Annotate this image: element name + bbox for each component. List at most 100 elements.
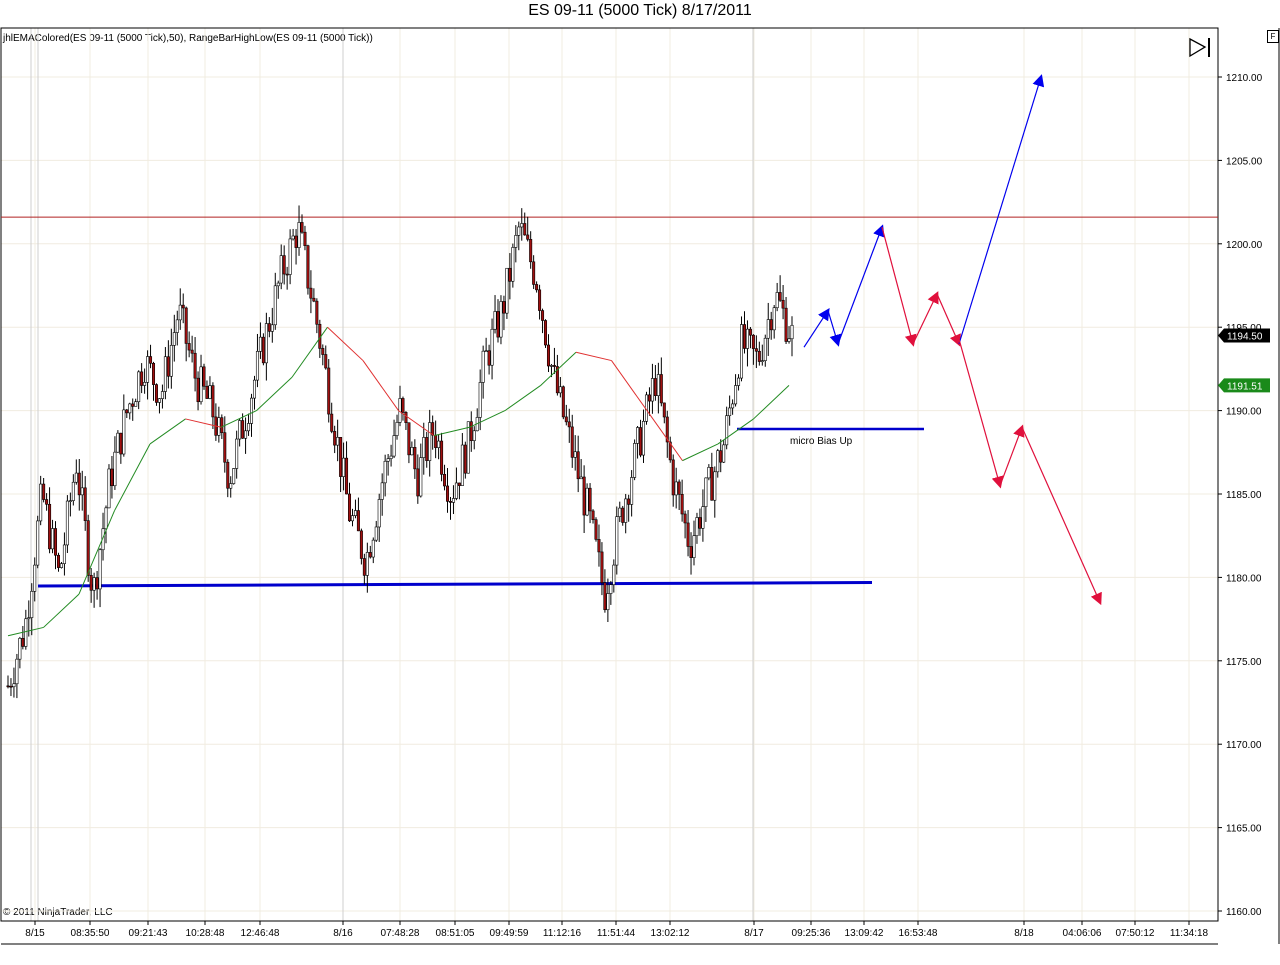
candle-body bbox=[440, 440, 444, 475]
x-tick-label: 07:48:28 bbox=[381, 928, 420, 939]
ema-segment bbox=[327, 326, 364, 361]
candle-body bbox=[359, 530, 363, 559]
candle-body bbox=[407, 422, 411, 456]
candle-body bbox=[54, 528, 58, 556]
candle-body bbox=[238, 420, 242, 440]
chart-canvas[interactable]: micro Bias Up 1210.001205.001200.001195.… bbox=[0, 0, 1280, 965]
candle-body bbox=[125, 409, 129, 414]
x-tick-label: 8/17 bbox=[744, 928, 764, 939]
x-tick-label: 8/15 bbox=[25, 928, 45, 939]
y-tick-label: 1180.00 bbox=[1226, 573, 1262, 584]
candle-body bbox=[342, 457, 346, 477]
last-price-badge: 1194.50 bbox=[1227, 332, 1263, 343]
candle-body bbox=[77, 472, 81, 496]
candle-body bbox=[484, 350, 488, 353]
candle-body bbox=[56, 554, 60, 568]
candle-body bbox=[472, 430, 476, 441]
candle-body bbox=[383, 460, 387, 484]
candle-body bbox=[190, 349, 194, 354]
candle-body bbox=[24, 618, 28, 647]
candle-body bbox=[258, 336, 262, 352]
candle-body bbox=[241, 420, 245, 439]
projection-arrows bbox=[803, 74, 1102, 606]
candle-body bbox=[131, 403, 135, 407]
ema-segment bbox=[469, 410, 506, 428]
play-triangle bbox=[1189, 37, 1207, 58]
y-tick-label: 1205.00 bbox=[1226, 156, 1263, 167]
candle-body bbox=[695, 517, 699, 537]
candle-body bbox=[291, 235, 295, 240]
candle-body bbox=[92, 577, 96, 591]
x-tick-label: 10:28:48 bbox=[186, 928, 225, 939]
time-axis[interactable]: 8/15 08:35:50 09:21:43 10:28:48 12:46:48 8/16… bbox=[25, 921, 1209, 939]
projection-arrow bbox=[1021, 427, 1102, 606]
candle-body bbox=[339, 437, 343, 477]
candle-body bbox=[748, 328, 752, 336]
candle-body bbox=[348, 493, 352, 522]
candle-body bbox=[624, 498, 628, 523]
y-tick-label: 1185.00 bbox=[1226, 490, 1262, 501]
candle-body bbox=[650, 378, 654, 402]
candle-body bbox=[285, 273, 289, 276]
candle-body bbox=[653, 378, 657, 396]
candle-body bbox=[573, 451, 577, 458]
candle-body bbox=[297, 222, 301, 248]
candle-body bbox=[760, 360, 764, 362]
candle-body bbox=[193, 352, 197, 379]
candle-body bbox=[309, 287, 313, 299]
candle-body bbox=[65, 500, 69, 546]
candle-body bbox=[546, 344, 550, 367]
x-tick-label: 09:21:43 bbox=[129, 928, 168, 939]
candle-body bbox=[466, 421, 470, 474]
candle-body bbox=[425, 437, 429, 461]
candle-body bbox=[591, 510, 595, 520]
candle-body bbox=[538, 289, 542, 311]
candle-body bbox=[199, 366, 203, 403]
play-to-end-icon[interactable] bbox=[1189, 37, 1210, 58]
candle-body bbox=[446, 485, 450, 502]
candle-body bbox=[401, 398, 405, 413]
ema-segment bbox=[433, 426, 470, 437]
candle-body bbox=[276, 282, 280, 287]
candle-body bbox=[315, 300, 319, 325]
x-tick-label: 8/18 bbox=[1014, 928, 1034, 939]
candle-body bbox=[535, 284, 539, 291]
candle-body bbox=[514, 235, 518, 248]
candle-body bbox=[392, 435, 396, 457]
candle-body bbox=[62, 544, 66, 564]
candle-body bbox=[48, 503, 52, 550]
candle-body bbox=[261, 336, 265, 364]
candle-body bbox=[769, 319, 773, 331]
candle-body bbox=[122, 409, 126, 455]
candle-body bbox=[731, 403, 735, 409]
candle-body bbox=[722, 444, 726, 463]
candle-body bbox=[410, 447, 414, 456]
candle-body bbox=[282, 255, 286, 275]
candle-body bbox=[350, 515, 354, 522]
candle-body bbox=[377, 499, 381, 528]
ema-segment bbox=[682, 443, 719, 462]
candle-body bbox=[95, 577, 99, 590]
candle-body bbox=[478, 382, 482, 418]
candle-body bbox=[437, 440, 441, 448]
y-tick-label: 1210.00 bbox=[1226, 73, 1263, 84]
candle-body bbox=[380, 482, 384, 500]
candle-body bbox=[137, 371, 141, 403]
candle-body bbox=[98, 549, 102, 590]
candle-body bbox=[386, 458, 390, 462]
candle-body bbox=[725, 415, 729, 446]
candle-body bbox=[570, 426, 574, 458]
price-axis[interactable]: 1210.001205.001200.001195.001190.001185.… bbox=[1218, 73, 1270, 918]
candle-body bbox=[701, 506, 705, 529]
candle-body bbox=[371, 539, 375, 558]
candle-body bbox=[300, 222, 304, 233]
ema-segment bbox=[575, 351, 612, 362]
candle-body bbox=[728, 407, 732, 417]
candle-body bbox=[187, 343, 191, 351]
candle-body bbox=[544, 320, 548, 346]
candle-body bbox=[252, 379, 256, 399]
candle-body bbox=[33, 564, 37, 592]
candle-body bbox=[184, 307, 188, 344]
candle-body bbox=[784, 307, 788, 342]
candle-body bbox=[790, 324, 794, 340]
